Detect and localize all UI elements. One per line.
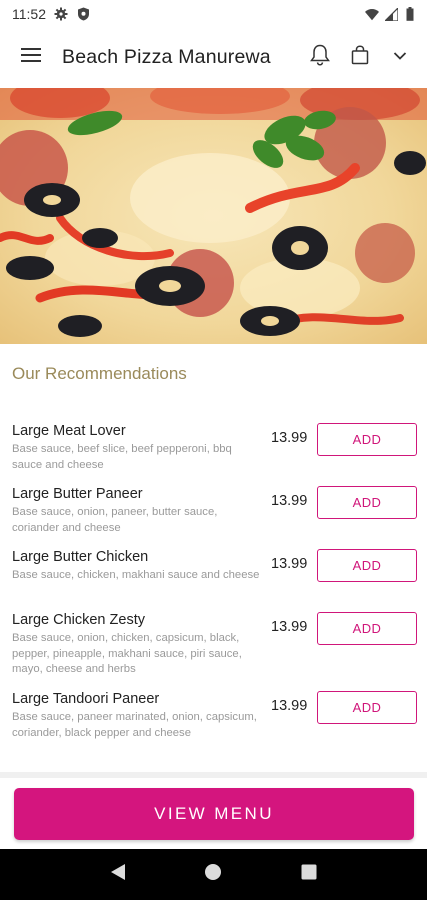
back-button[interactable]	[104, 861, 132, 889]
item-description: Base sauce, paneer marinated, onion, cap…	[12, 711, 257, 739]
view-menu-button[interactable]: VIEW MENU	[14, 788, 414, 840]
item-price: 13.99	[271, 556, 308, 572]
item-description: Base sauce, onion, paneer, butter sauce,…	[12, 506, 218, 534]
store-dropdown-button[interactable]	[387, 44, 413, 70]
item-name: Large Butter Chicken	[12, 549, 149, 565]
item-price: 13.99	[271, 619, 308, 635]
section-divider	[0, 772, 427, 778]
home-button[interactable]	[199, 861, 227, 889]
recents-icon	[301, 864, 317, 885]
page-title: Beach Pizza Manurewa	[62, 45, 271, 68]
item-description: Base sauce, beef slice, beef pepperoni, …	[12, 443, 232, 471]
shield-icon	[76, 7, 90, 21]
item-description: Base sauce, chicken, makhani sauce and c…	[12, 569, 260, 581]
item-price: 13.99	[271, 493, 308, 509]
app-bar: Beach Pizza Manurewa	[0, 28, 427, 86]
back-icon	[110, 863, 126, 886]
add-button[interactable]: ADD	[317, 612, 417, 645]
add-button[interactable]: ADD	[317, 423, 417, 456]
recents-button[interactable]	[295, 861, 323, 889]
bag-icon	[351, 44, 369, 70]
menu-icon	[21, 47, 41, 68]
item-name: Large Chicken Zesty	[12, 612, 145, 628]
wifi-icon	[365, 7, 379, 21]
item-price: 13.99	[271, 430, 308, 446]
battery-icon	[403, 7, 417, 21]
chevron-down-icon	[393, 48, 407, 66]
cart-button[interactable]	[347, 44, 373, 70]
menu-button[interactable]	[18, 44, 44, 70]
item-name: Large Butter Paneer	[12, 486, 143, 502]
add-button[interactable]: ADD	[317, 486, 417, 519]
item-description: Base sauce, onion, chicken, capsicum, bl…	[12, 632, 242, 675]
signal-icon	[384, 7, 398, 21]
item-name: Large Tandoori Paneer	[12, 691, 160, 707]
status-time: 11:52	[12, 6, 46, 22]
add-button[interactable]: ADD	[317, 549, 417, 582]
home-icon	[204, 863, 222, 886]
notifications-button[interactable]	[307, 44, 333, 70]
system-nav-bar	[0, 849, 427, 900]
item-price: 13.99	[271, 698, 308, 714]
item-name: Large Meat Lover	[12, 423, 126, 439]
bell-icon	[310, 44, 330, 71]
section-title: Our Recommendations	[12, 364, 187, 383]
add-button[interactable]: ADD	[317, 691, 417, 724]
status-bar: 11:52	[0, 0, 427, 28]
settings-icon	[54, 7, 68, 21]
hero-pizza-image	[0, 88, 427, 344]
